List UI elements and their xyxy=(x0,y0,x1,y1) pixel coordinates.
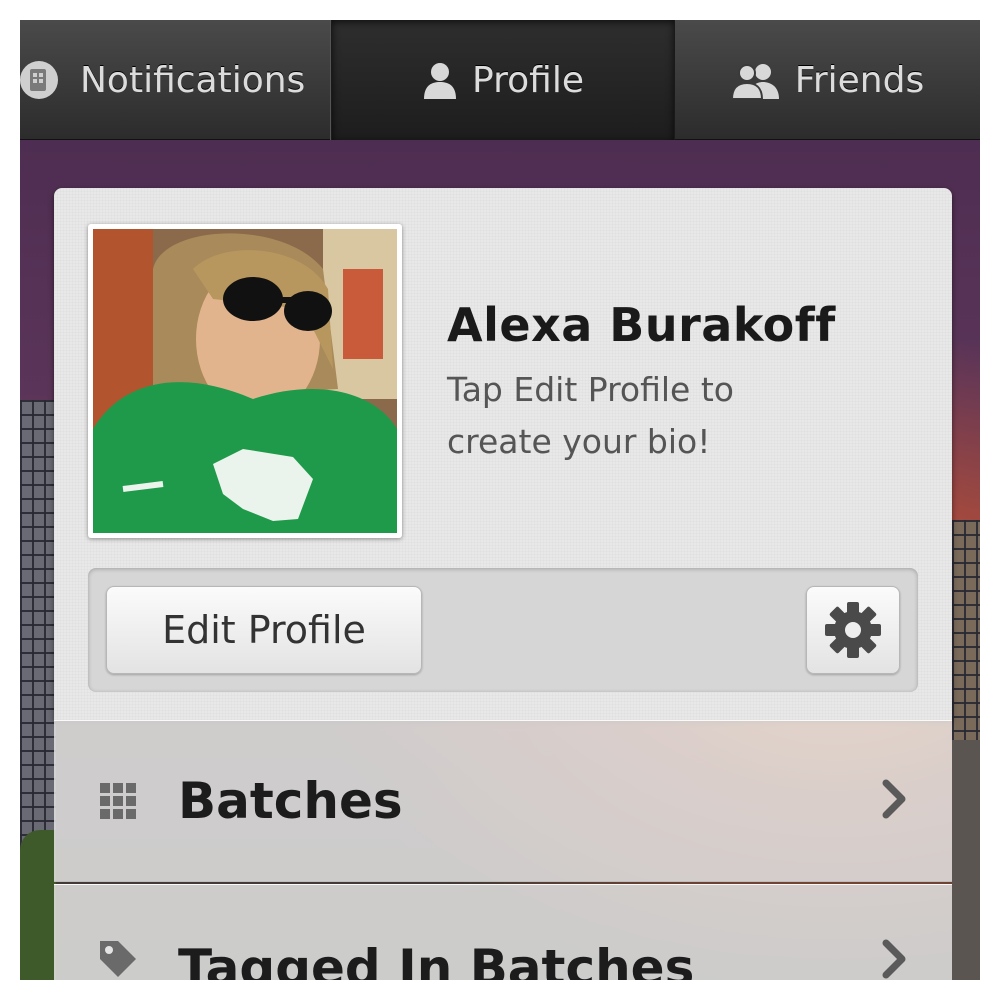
list-item-tagged-in-batches[interactable]: Tagged In Batches xyxy=(54,884,952,980)
tab-friends[interactable]: Friends xyxy=(675,20,980,140)
tag-icon xyxy=(98,939,138,979)
grid-icon xyxy=(98,781,138,821)
chevron-right-icon xyxy=(882,939,908,980)
list-item-label: Batches xyxy=(178,772,403,830)
friends-icon xyxy=(730,61,781,99)
app-screen: Notifications Profile Friends Alexa Bura… xyxy=(20,20,980,980)
tab-notifications[interactable]: Notifications xyxy=(20,20,332,140)
profile-bio: Tap Edit Profile to create your bio! xyxy=(447,364,887,468)
profile-card: Alexa Burakoff Tap Edit Profile to creat… xyxy=(54,188,952,720)
profile-action-bar: Edit Profile xyxy=(88,568,918,692)
profile-name: Alexa Burakoff xyxy=(447,298,836,352)
settings-button[interactable] xyxy=(806,586,900,674)
person-icon xyxy=(422,61,458,99)
list-item-batches[interactable]: Batches xyxy=(54,720,952,882)
tab-notifications-label: Notifications xyxy=(80,59,306,101)
tab-bar: Notifications Profile Friends xyxy=(20,20,980,140)
tab-profile-label: Profile xyxy=(472,59,584,101)
background-tree xyxy=(20,830,56,980)
profile-bio-line: create your bio! xyxy=(447,422,711,461)
profile-photo xyxy=(93,229,397,533)
tab-profile[interactable]: Profile xyxy=(332,20,675,140)
list-item-label: Tagged In Batches xyxy=(178,939,695,980)
gear-icon xyxy=(825,602,881,658)
background-roofs xyxy=(952,740,980,980)
edit-profile-button[interactable]: Edit Profile xyxy=(106,586,422,674)
avatar[interactable] xyxy=(88,224,402,538)
notifications-icon xyxy=(20,57,66,103)
profile-bio-line: Tap Edit Profile to xyxy=(447,370,734,409)
tab-friends-label: Friends xyxy=(794,59,925,101)
chevron-right-icon xyxy=(882,779,908,823)
